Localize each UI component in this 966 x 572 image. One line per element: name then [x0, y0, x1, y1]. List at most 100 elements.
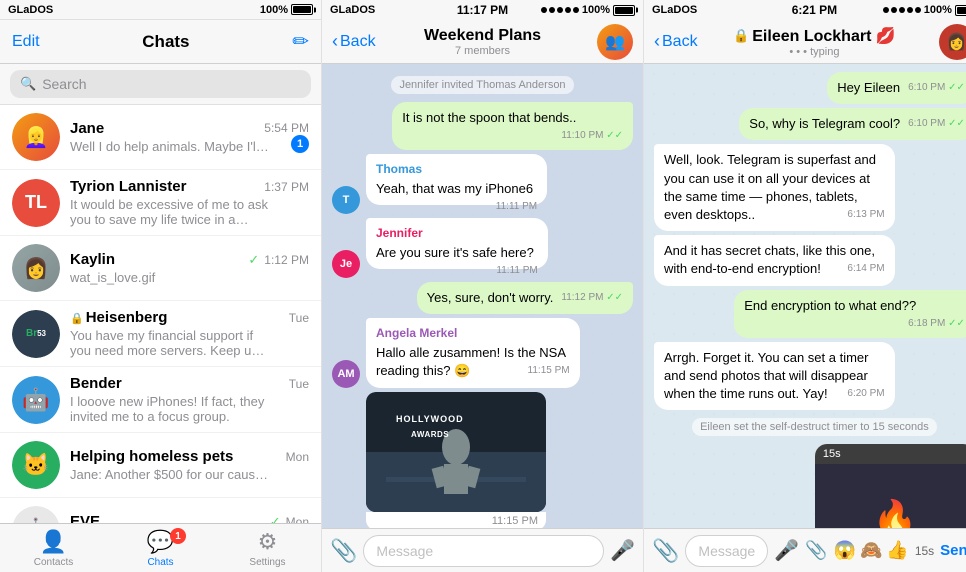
- msg-image-time: 11:15 PM: [366, 512, 546, 528]
- chat-item-eve[interactable]: 🤖 EVE ✓ Mon LaserBlastSafetyGuide.pdf: [0, 498, 321, 523]
- chat-item-bender[interactable]: 🤖 Bender Tue I looove new iPhones! If fa…: [0, 367, 321, 433]
- eileen-name: 🔒 Eileen Lockhart 💋: [733, 26, 896, 46]
- middle-nav-center: Weekend Plans 7 members: [424, 27, 541, 57]
- back-button-right[interactable]: ‹ Back: [654, 31, 698, 52]
- chat-info-homeless: Helping homeless pets Mon Jane: Another …: [70, 448, 309, 482]
- msg-jennifer: Je Jennifer Are you sure it's safe here?…: [332, 218, 593, 278]
- emoji-bar: 😱 🙈 👍: [834, 540, 909, 561]
- avatar-heisenberg: Br53: [12, 310, 60, 358]
- right-nav-bar: ‹ Back 🔒 Eileen Lockhart 💋 • • • typing …: [644, 20, 966, 64]
- chat-preview-tyrion: It would be excessive of me to ask you t…: [70, 197, 270, 227]
- avatar-eve: 🤖: [12, 506, 60, 523]
- check-eve: ✓: [270, 514, 281, 524]
- system-msg-1: Jennifer invited Thomas Anderson: [391, 76, 573, 94]
- avatar-tyrion: TL: [12, 179, 60, 227]
- right-time: 6:21 PM: [792, 3, 837, 17]
- tab-chats[interactable]: 💬 Chats 1: [107, 524, 214, 572]
- chat-time-jane: 5:54 PM: [264, 121, 309, 135]
- right-battery-icon: [955, 5, 966, 16]
- message-input-right[interactable]: Message: [685, 535, 768, 567]
- attach-button-right[interactable]: 📎: [652, 538, 679, 564]
- chat-item-tyrion[interactable]: TL Tyrion Lannister 1:37 PM It would be …: [0, 170, 321, 236]
- back-label-right: Back: [662, 33, 698, 51]
- right-nav-center: 🔒 Eileen Lockhart 💋 • • • typing: [733, 26, 896, 58]
- badge-jane: 1: [291, 135, 309, 153]
- right-msg-out-1: Hey Eileen 6:10 PM ✓✓: [827, 72, 966, 104]
- msg-time-out-1: 11:10 PM ✓✓: [561, 129, 623, 143]
- group-chat-title: Weekend Plans: [424, 27, 541, 45]
- msg-out-2: Yes, sure, don't worry. 11:12 PM ✓✓: [417, 282, 633, 314]
- sd-image-area: 🔥: [815, 464, 966, 528]
- msg-time-angela: 11:15 PM: [528, 364, 570, 378]
- left-battery: 100%: [260, 4, 288, 16]
- group-avatar[interactable]: 👥: [597, 24, 633, 60]
- msg-thomas: T Thomas Yeah, that was my iPhone6 11:11…: [332, 154, 592, 214]
- sender-thomas: Thomas: [376, 161, 537, 178]
- right-msg-text-3: End encryption to what end??: [744, 298, 916, 313]
- message-placeholder-middle: Message: [376, 543, 433, 559]
- avatar-thomas: T: [332, 186, 360, 214]
- chat-item-kaylin[interactable]: 👩 Kaylin ✓ 1:12 PM wat_is_love.gif: [0, 236, 321, 301]
- msg-image-inner: HOLLYWOOD AWARDS: [366, 392, 546, 512]
- chats-title: Chats: [142, 32, 189, 52]
- right-msg-time-1: 6:10 PM ✓✓: [908, 81, 965, 95]
- attach-icon-right2[interactable]: 📎: [805, 540, 827, 561]
- chat-time-bender: Tue: [289, 377, 309, 391]
- chat-name-bender: Bender: [70, 375, 122, 392]
- search-bar: 🔍 Search: [0, 64, 321, 105]
- chats-badge: 1: [170, 528, 186, 544]
- msg-text-out-2: Yes, sure, don't worry.: [427, 290, 554, 305]
- compose-button[interactable]: ✏: [292, 29, 309, 54]
- tab-settings-label: Settings: [249, 557, 285, 568]
- timer-display: 15s: [915, 544, 934, 558]
- emoji-scared[interactable]: 😱: [834, 540, 856, 561]
- sender-angela: Angela Merkel: [376, 325, 570, 342]
- bottom-tabs: 👤 Contacts 💬 Chats 1 ⚙ Settings: [0, 523, 321, 572]
- svg-text:HOLLYWOOD: HOLLYWOOD: [396, 414, 464, 424]
- avatar-bender: 🤖: [12, 376, 60, 424]
- right-msg-time-2: 6:10 PM ✓✓: [908, 117, 965, 131]
- chat-info-heisenberg: 🔒Heisenberg Tue You have my financial su…: [70, 309, 309, 358]
- tab-contacts[interactable]: 👤 Contacts: [0, 524, 107, 572]
- message-placeholder-right: Message: [698, 543, 755, 559]
- send-button[interactable]: Send: [940, 542, 966, 559]
- right-status-bar: GLaDOS 6:21 PM 100%: [644, 0, 966, 20]
- private-chat-panel: GLaDOS 6:21 PM 100% ‹ Back: [644, 0, 966, 572]
- chat-time-tyrion: 1:37 PM: [264, 180, 309, 194]
- left-status-right: 100%: [260, 4, 313, 16]
- attach-button-middle[interactable]: 📎: [330, 538, 357, 564]
- chat-name-heisenberg: 🔒Heisenberg: [70, 309, 167, 326]
- chat-info-kaylin: Kaylin ✓ 1:12 PM wat_is_love.gif: [70, 251, 309, 285]
- chat-name-tyrion: Tyrion Lannister: [70, 178, 186, 195]
- lock-icon-right: 🔒: [733, 28, 749, 44]
- emoji-monkey[interactable]: 🙈: [860, 540, 882, 561]
- emoji-thumbs[interactable]: 👍: [886, 540, 908, 561]
- middle-nav-bar: ‹ Back Weekend Plans 7 members 👥: [322, 20, 643, 64]
- mic-button-right[interactable]: 🎤: [774, 538, 799, 563]
- check-kaylin: ✓: [248, 252, 259, 268]
- group-messages: Jennifer invited Thomas Anderson It is n…: [322, 64, 643, 528]
- right-messages: Hey Eileen 6:10 PM ✓✓ So, why is Telegra…: [644, 64, 966, 528]
- mic-button-middle[interactable]: 🎤: [610, 538, 635, 563]
- right-msg-text-2: So, why is Telegram cool?: [749, 116, 900, 131]
- chat-item-heisenberg[interactable]: Br53 🔒Heisenberg Tue You have my financi…: [0, 301, 321, 367]
- chat-name-jane: Jane: [70, 120, 104, 137]
- tab-settings[interactable]: ⚙ Settings: [214, 524, 321, 572]
- middle-battery: 100%: [582, 4, 610, 16]
- message-input-middle[interactable]: Message: [363, 535, 604, 567]
- chat-preview-kaylin: wat_is_love.gif: [70, 270, 270, 285]
- avatar-homeless: 🐱: [12, 441, 60, 489]
- msg-bubble-thomas: Thomas Yeah, that was my iPhone6 11:11 P…: [366, 154, 547, 205]
- typing-dots: • • •: [789, 46, 807, 58]
- chat-item-homeless[interactable]: 🐱 Helping homeless pets Mon Jane: Anothe…: [0, 433, 321, 498]
- contacts-icon: 👤: [40, 529, 67, 555]
- edit-button[interactable]: Edit: [12, 33, 40, 51]
- msg-text-out-1: It is not the spoon that bends..: [402, 110, 576, 125]
- right-msg-text-in-1: Well, look. Telegram is superfast and yo…: [664, 152, 876, 222]
- search-input[interactable]: 🔍 Search: [10, 70, 311, 98]
- eileen-avatar[interactable]: 👩: [939, 24, 966, 60]
- back-button-middle[interactable]: ‹ Back: [332, 31, 376, 52]
- left-nav-bar: Edit Chats ✏: [0, 20, 321, 64]
- chat-item-jane[interactable]: 👱‍♀️ Jane 5:54 PM Well I do help animals…: [0, 105, 321, 170]
- msg-angela: AM Angela Merkel Hallo alle zusammen! Is…: [332, 318, 633, 387]
